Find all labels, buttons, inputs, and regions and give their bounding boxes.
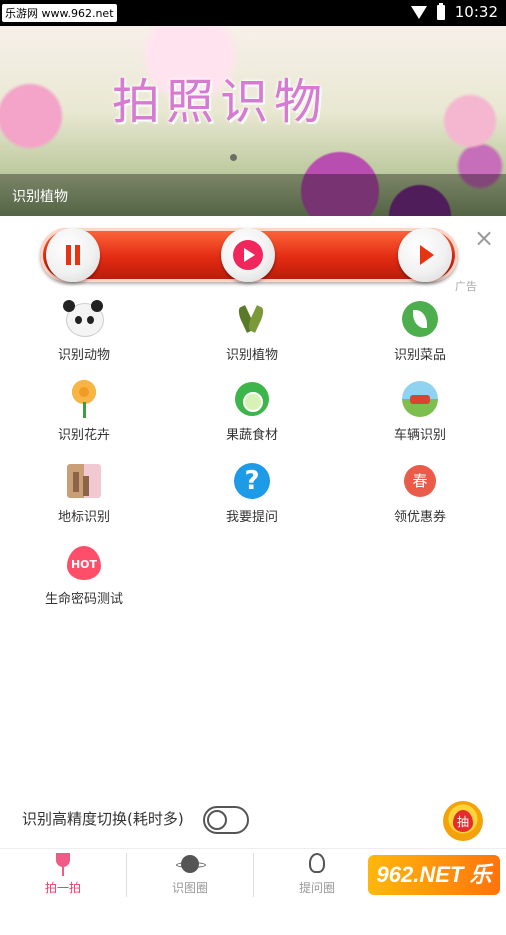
feature-label: 果蔬食材 (225, 428, 278, 443)
flower-icon (69, 380, 99, 418)
feature-label: 地标识别 (57, 510, 110, 525)
tab-question-circle[interactable]: 提问圈 (254, 849, 380, 901)
feature-label: 车辆识别 (393, 428, 446, 443)
feature-life-code[interactable]: HOT 生命密码测试 (0, 544, 168, 607)
tab-label: 识图圈 (171, 881, 208, 895)
feature-label: 识别动物 (57, 348, 110, 363)
feature-label: 生命密码测试 (44, 592, 123, 607)
banner-carousel[interactable]: 拍照识物 识别植物 (0, 26, 506, 216)
feature-animal[interactable]: 识别动物 (0, 300, 168, 363)
status-time: 10:32 (454, 3, 498, 21)
ad-banner[interactable] (40, 222, 460, 288)
feature-car[interactable]: 车辆识别 (336, 380, 504, 443)
coupon-icon: 春 (404, 465, 436, 497)
feature-label: 我要提问 (225, 510, 278, 525)
ad-label: 广告 (455, 280, 477, 293)
landmark-icon (67, 464, 101, 498)
carousel-dot (230, 154, 237, 161)
pause-icon (66, 245, 80, 265)
tab-photo[interactable]: 拍一拍 (0, 849, 126, 901)
feature-ask[interactable]: ? 我要提问 (168, 462, 336, 525)
feature-dish[interactable]: 识别菜品 (336, 300, 504, 363)
feature-fruit[interactable]: 果蔬食材 (168, 380, 336, 443)
status-right: 10:32 (410, 2, 498, 21)
planet-icon (176, 855, 206, 873)
tulip-icon (56, 853, 70, 876)
tab-label: 拍一拍 (44, 881, 81, 895)
battery-icon (436, 2, 445, 20)
high-precision-toggle[interactable] (203, 806, 249, 834)
feature-plant[interactable]: 识别植物 (168, 300, 336, 363)
ad-close-button[interactable]: × (474, 226, 494, 250)
plant-icon (239, 304, 265, 336)
site-watermark: 962.NET 乐游网 (368, 855, 500, 927)
feature-label: 领优惠券 (393, 510, 446, 525)
app-logo-button[interactable] (221, 228, 275, 282)
feature-label: 识别花卉 (57, 428, 110, 443)
banner-caption-overlay (0, 174, 506, 216)
play-icon (420, 245, 434, 265)
play-button[interactable] (398, 228, 452, 282)
hot-icon: HOT (67, 546, 101, 580)
high-precision-label: 识别高精度切换(耗时多) (22, 810, 184, 828)
bulb-icon (309, 853, 325, 873)
watermark-label: 乐游网 www.962.net (2, 4, 117, 22)
logo-icon (233, 240, 263, 270)
lottery-icon: 抽 (453, 810, 473, 832)
question-icon: ? (234, 463, 270, 499)
panda-icon (63, 300, 104, 337)
fruit-icon (235, 382, 269, 416)
pause-button[interactable] (46, 228, 100, 282)
feature-label: 识别植物 (225, 348, 278, 363)
car-icon (402, 381, 438, 417)
feature-flower[interactable]: 识别花卉 (0, 380, 168, 443)
tab-label: 提问圈 (298, 881, 335, 895)
feature-landmark[interactable]: 地标识别 (0, 462, 168, 525)
banner-caption: 识别植物 (12, 189, 68, 205)
banner-title: 拍照识物 (112, 74, 329, 130)
carousel-indicator (230, 154, 237, 161)
dish-icon (402, 301, 438, 337)
status-bar: 乐游网 www.962.net 10:32 (0, 0, 506, 26)
wifi-icon (410, 5, 427, 19)
feature-label: 识别菜品 (393, 348, 446, 363)
tab-image-circle[interactable]: 识图圈 (127, 849, 253, 901)
lottery-button[interactable]: 抽 (443, 801, 483, 841)
feature-coupon[interactable]: 春 领优惠券 (336, 462, 504, 525)
